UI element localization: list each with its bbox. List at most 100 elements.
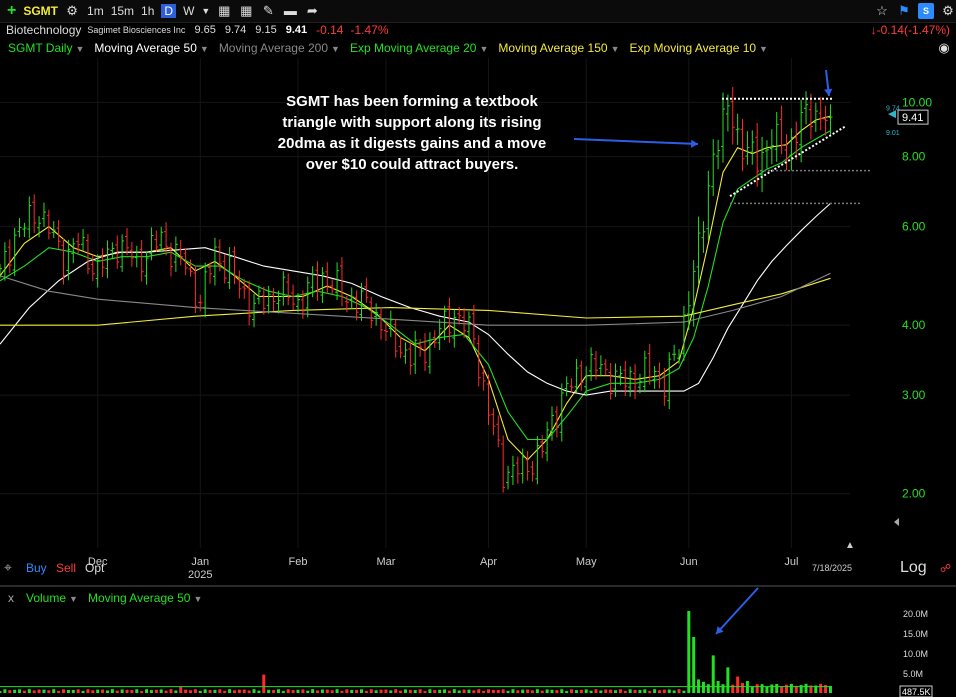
volume-bar [570,689,574,693]
volume-bar [22,690,26,693]
volume-bar [408,689,412,693]
volume-bar [169,689,173,693]
volume-bar [760,684,764,693]
price-axis: 2.00 3.00 4.00 6.00 8.00 10.00 9.419.74 9.01 [886,95,932,526]
x-tick-label: Mar [376,556,395,568]
volume-bar [159,689,163,693]
volume-bar [452,689,456,693]
opt-button[interactable]: Opt [85,561,104,575]
volume-bar [687,611,691,693]
volume-bar [335,689,339,693]
volume-bar [589,690,593,693]
volume-bar [286,689,290,693]
volume-bar [66,689,70,693]
volume-bar [765,686,769,693]
volume-bar [8,690,12,693]
top-arrow-head [824,88,833,96]
low-flag: 9.01 [886,130,900,137]
volume-bar [599,690,603,693]
sell-label: Sell [56,561,77,575]
volume-bar [105,690,109,693]
volume-bar [731,684,735,693]
volume-bar [76,689,80,693]
collapse-up-icon[interactable]: ▲ [845,540,855,551]
volume-study[interactable]: Volume ▼ [26,591,78,605]
volume-bar [384,689,388,693]
volume-bar [443,689,447,693]
caret-icon: ▼ [69,594,78,604]
sell-button[interactable]: Sell [56,561,76,575]
volume-bar [350,689,354,693]
volume-bar [784,684,788,693]
volume-bar [174,690,178,693]
volume-bar [355,689,359,693]
unlock-icon[interactable]: ☍ [940,562,951,575]
volume-bar [218,689,222,693]
volume-close-button[interactable]: x [8,591,14,605]
volume-bar [789,683,793,693]
date-axis: Dec Jan2025Feb Mar Apr May Jun Jul 7/18/2025 [88,556,852,581]
volume-bar [496,689,500,693]
volume-bar [736,676,740,693]
volume-bar [467,689,471,693]
volume-bar [101,689,105,693]
volume-bar [775,683,779,693]
crosshair-icon[interactable]: ⌖ [4,559,12,576]
volume-bar [71,689,75,693]
annotation-line: 20dma as it digests gains and a move [277,135,547,152]
volume-bar [164,690,168,693]
volume-bar [750,686,754,693]
x-tick-label: Feb [289,556,308,568]
volume-bar [755,684,759,693]
high-flag: 9.74 [886,105,900,112]
x-tick-label: Jan [191,556,209,568]
volume-bar [0,691,2,693]
current-date-label: 7/18/2025 [812,563,852,573]
volume-tick-label: 15.0M [903,629,928,639]
chart-annotation: SGMT has been forming a textbook triangl… [262,91,562,175]
volume-bar [228,689,232,693]
volume-bar [208,689,212,693]
volume-bar [32,690,36,693]
volume-bar [62,689,66,693]
volume-bar [521,689,525,693]
volume-bar [535,689,539,693]
volume-bar [3,689,7,693]
volume-bar [125,689,129,693]
log-toggle[interactable]: Log [900,559,927,577]
volume-bar [491,689,495,693]
volume-bar [618,689,622,693]
buy-button[interactable]: Buy [26,561,47,575]
volume-bar [711,655,715,693]
volume-bar [291,690,295,693]
y-tick-label: 10.00 [902,95,932,109]
volume-bar [91,690,95,693]
x-tick-label: Apr [480,556,497,568]
volume-ma-study[interactable]: Moving Average 50 ▼ [88,591,202,605]
volume-bar [677,689,681,693]
volume-bar [281,691,285,693]
volume-bar [345,689,349,693]
annotation-arrow [573,138,699,145]
volume-bar [594,689,598,693]
volume-bar [296,689,300,693]
volume-bar [306,690,310,693]
volume-bar [330,690,334,693]
volume-bar [115,690,119,693]
volume-bar [374,690,378,693]
volume-bar [86,689,90,693]
volume-tick-label: 20.0M [903,609,928,619]
volume-bar [423,691,427,693]
volume-bar [726,667,730,693]
volume-bar [662,689,666,693]
volume-bar [13,689,17,693]
caret-icon: ▼ [193,594,203,604]
volume-bar [301,689,305,693]
scroll-left-icon [894,518,899,526]
volume-bar [27,689,31,693]
volume-bar [37,689,41,693]
volume-bar [193,689,197,693]
volume-bar [237,689,241,693]
volume-tick-label: 10.0M [903,649,928,659]
volume-bar [741,683,745,693]
